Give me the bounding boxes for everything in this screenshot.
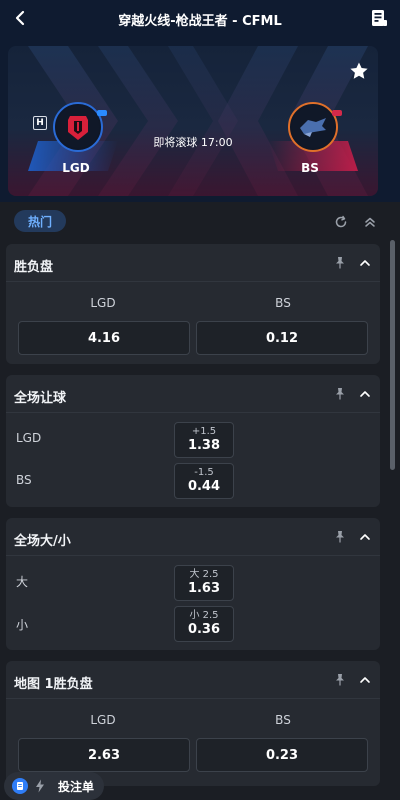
outcome-label: BS: [275, 713, 291, 727]
pin-icon[interactable]: [333, 673, 347, 687]
market-card-handicap: 全场让球 LGD +1.5 1.38 BS -1.5 0.44: [6, 375, 380, 507]
pin-icon[interactable]: [333, 256, 347, 270]
row-label: 大: [16, 575, 29, 589]
away-team-logo: [288, 102, 342, 152]
betslip-button[interactable]: 投注单: [4, 772, 104, 800]
market-title: 全场大/小: [14, 534, 71, 549]
betslip-icon: [12, 778, 28, 794]
total-line: 小 2.5: [189, 610, 219, 621]
tab-hot[interactable]: 热门: [14, 210, 66, 232]
handicap-line: -1.5: [194, 467, 214, 478]
handicap-odds-button[interactable]: +1.5 1.38: [174, 422, 234, 458]
top-bar: 穿越火线-枪战王者 - CFML: [0, 0, 400, 38]
chevron-up-icon[interactable]: [358, 387, 372, 401]
market-card-match-winner: 胜负盘 LGD BS 4.16 0.12: [6, 244, 380, 364]
outcome-label: LGD: [90, 296, 116, 310]
market-filter-bar: 热门: [0, 202, 400, 238]
market-title: 全场让球: [14, 391, 67, 406]
market-header[interactable]: 全场大/小: [6, 518, 380, 556]
total-odds-button[interactable]: 小 2.5 0.36: [174, 606, 234, 642]
odds-value: 1.38: [187, 438, 221, 453]
outcome-label: LGD: [90, 713, 116, 727]
scoreboard-icon[interactable]: [368, 7, 390, 29]
pin-icon[interactable]: [333, 387, 347, 401]
home-team-name: LGD: [62, 161, 90, 175]
chevron-up-icon[interactable]: [358, 673, 372, 687]
home-logo-tag: [97, 110, 107, 116]
betslip-label: 投注单: [58, 779, 95, 794]
refresh-icon[interactable]: [334, 215, 348, 229]
star-icon[interactable]: [348, 60, 370, 82]
page-title: 穿越火线-枪战王者 - CFML: [118, 13, 282, 29]
odds-button-away[interactable]: 0.12: [196, 321, 368, 355]
odds-button-home[interactable]: 2.63: [18, 738, 190, 772]
chevron-up-icon[interactable]: [358, 256, 372, 270]
market-card-over-under: 全场大/小 大 大 2.5 1.63 小 小 2.5 0.36: [6, 518, 380, 650]
lightning-icon: [36, 779, 44, 793]
market-title: 地图 1胜负盘: [14, 677, 93, 692]
outcome-label: BS: [275, 296, 291, 310]
odds-button-home[interactable]: 4.16: [18, 321, 190, 355]
market-card-map1-winner: 地图 1胜负盘 LGD BS 2.63 0.23: [6, 661, 380, 786]
total-line: 大 2.5: [189, 569, 219, 580]
double-chevron-up-icon[interactable]: [363, 215, 377, 229]
match-banner-area: H LGD 即将滚球 17:00 BS: [0, 38, 400, 202]
market-header[interactable]: 胜负盘: [6, 244, 380, 282]
odds-value: 0.36: [187, 622, 221, 637]
market-title: 胜负盘: [14, 260, 54, 275]
chevron-up-icon[interactable]: [358, 530, 372, 544]
handicap-odds-button[interactable]: -1.5 0.44: [174, 463, 234, 499]
total-odds-button[interactable]: 大 2.5 1.63: [174, 565, 234, 601]
home-badge: H: [33, 116, 47, 130]
pin-icon[interactable]: [333, 530, 347, 544]
row-label: BS: [16, 473, 32, 487]
away-logo-tag: [332, 110, 342, 116]
row-label: LGD: [16, 431, 42, 445]
odds-value: 0.44: [187, 479, 221, 494]
scrollbar-thumb[interactable]: [390, 240, 395, 470]
market-header[interactable]: 地图 1胜负盘: [6, 661, 380, 699]
match-banner: H LGD 即将滚球 17:00 BS: [8, 46, 378, 196]
row-label: 小: [16, 618, 29, 632]
handicap-line: +1.5: [191, 426, 217, 437]
odds-value: 1.63: [187, 581, 221, 596]
bs-logo-icon: [300, 118, 326, 137]
away-team-name: BS: [301, 161, 319, 175]
odds-button-away[interactable]: 0.23: [196, 738, 368, 772]
chevron-left-icon[interactable]: [10, 7, 32, 29]
market-header[interactable]: 全场让球: [6, 375, 380, 413]
